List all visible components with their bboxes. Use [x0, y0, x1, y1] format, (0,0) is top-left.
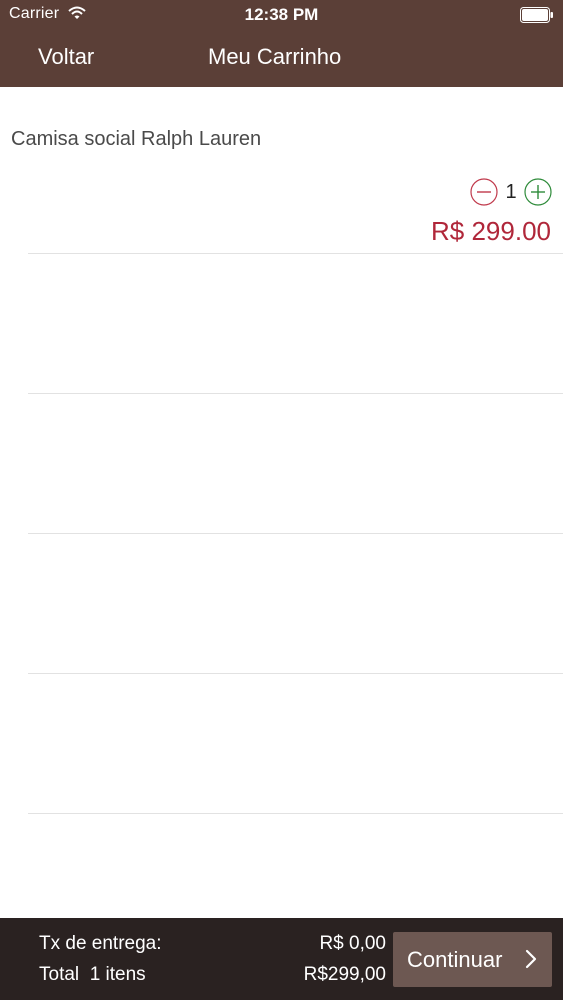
- row-separator: [28, 533, 563, 534]
- row-separator: [28, 673, 563, 674]
- product-name: Camisa social Ralph Lauren: [11, 128, 262, 150]
- quantity-stepper: 1: [470, 177, 552, 207]
- quantity-value: 1: [505, 180, 517, 203]
- total-value: R$299,00: [303, 964, 386, 985]
- total-label: Total 1 itens: [39, 964, 146, 985]
- continue-button[interactable]: Continuar: [393, 932, 552, 987]
- product-price: R$ 299.00: [431, 216, 551, 246]
- row-separator: [28, 253, 563, 254]
- back-button[interactable]: Voltar: [38, 44, 94, 70]
- chevron-right-icon: [525, 949, 537, 969]
- plus-circle-icon[interactable]: [524, 178, 552, 206]
- row-separator: [28, 393, 563, 394]
- row-separator: [28, 813, 563, 814]
- delivery-fee-label: Tx de entrega:: [39, 933, 162, 954]
- navigation-header: Carrier 12:38 PM Voltar Meu Carrinho: [0, 0, 563, 87]
- status-time: 12:38 PM: [244, 5, 319, 24]
- cart-summary-footer: Tx de entrega: R$ 0,00 Total 1 itens R$2…: [0, 918, 563, 1000]
- continue-label: Continuar: [407, 947, 503, 972]
- minus-circle-icon[interactable]: [470, 178, 498, 206]
- status-bar: Carrier 12:38 PM: [0, 0, 563, 30]
- delivery-fee-value: R$ 0,00: [319, 933, 386, 954]
- page-title: Meu Carrinho: [208, 44, 342, 69]
- battery-icon: [520, 7, 553, 23]
